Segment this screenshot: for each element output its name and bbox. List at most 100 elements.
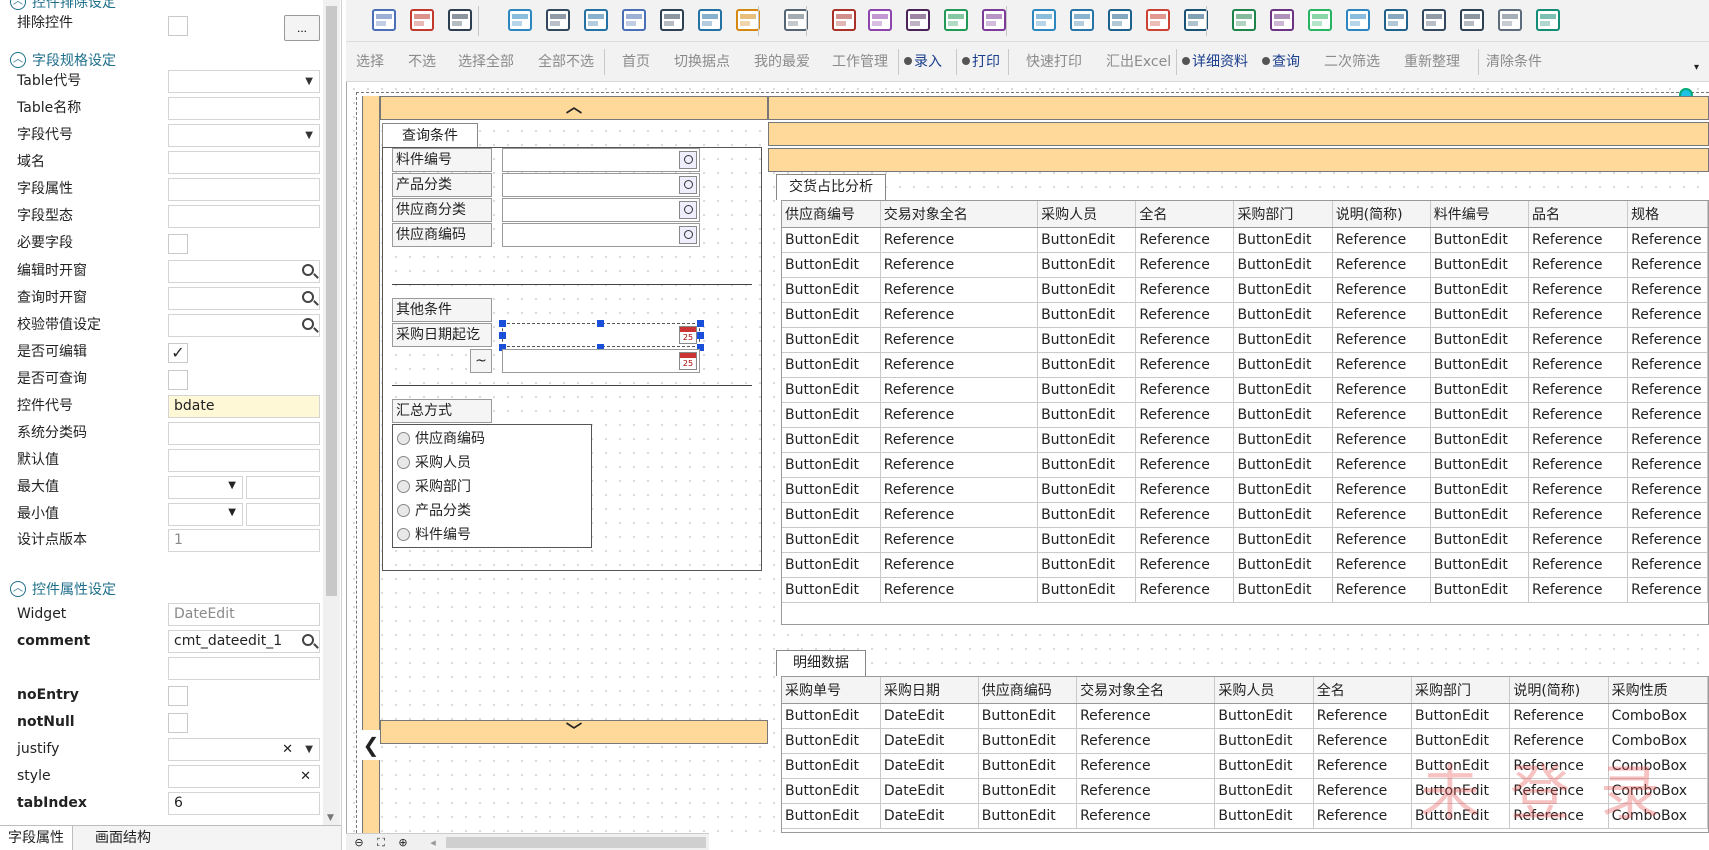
- spin-icon[interactable]: [1420, 6, 1448, 34]
- table-cell[interactable]: Reference: [880, 452, 1039, 478]
- table-row[interactable]: ButtonEdit Reference ButtonEdit Reference Bu…: [782, 452, 1708, 478]
- table-cell[interactable]: Reference: [1332, 252, 1431, 278]
- tab-detail-data[interactable]: 明细数据: [776, 650, 866, 676]
- table-cell[interactable]: ButtonEdit: [1430, 327, 1530, 353]
- slider-icon[interactable]: [1382, 6, 1410, 34]
- toolbar-button-1[interactable]: 不选: [408, 42, 436, 82]
- table-cell[interactable]: Reference: [1528, 577, 1629, 603]
- table-cell[interactable]: Reference: [1313, 753, 1413, 779]
- table-cell[interactable]: ButtonEdit: [1233, 452, 1333, 478]
- table-cell[interactable]: ButtonEdit: [1430, 527, 1530, 553]
- tab-delivery-ratio[interactable]: 交货占比分析: [776, 174, 886, 200]
- radio-circle-icon[interactable]: [397, 456, 410, 469]
- table-cell[interactable]: ButtonEdit: [1037, 252, 1137, 278]
- toolbar-button-6[interactable]: 我的最爱: [754, 42, 810, 82]
- table-cell[interactable]: ButtonEdit: [1037, 377, 1137, 403]
- scroll-icon[interactable]: [1458, 6, 1486, 34]
- table-row[interactable]: ButtonEdit Reference ButtonEdit Reference Bu…: [782, 227, 1708, 253]
- clock-icon[interactable]: [1496, 6, 1524, 34]
- query-field-input[interactable]: [502, 173, 700, 197]
- table-cell[interactable]: Reference: [1627, 552, 1708, 578]
- selection-handle[interactable]: [597, 320, 604, 327]
- chevron-down-icon[interactable]: ﹀: [381, 721, 767, 741]
- dropdown-arrow-icon[interactable]: ▼: [305, 71, 313, 92]
- table-cell[interactable]: ButtonEdit: [1430, 427, 1530, 453]
- selection-handle[interactable]: [499, 332, 506, 339]
- checklist-icon[interactable]: [1068, 6, 1096, 34]
- table-cell[interactable]: Reference: [1135, 477, 1235, 503]
- table-cell[interactable]: ButtonEdit: [1430, 302, 1530, 328]
- table-row[interactable]: ButtonEdit DateEdit ButtonEdit Reference But…: [782, 703, 1708, 729]
- table-cell[interactable]: Reference: [1627, 452, 1708, 478]
- property-checkbox[interactable]: [168, 234, 188, 254]
- property-input[interactable]: [168, 97, 320, 120]
- property-input[interactable]: [168, 314, 320, 337]
- table-icon[interactable]: [696, 6, 724, 34]
- table-cell[interactable]: ButtonEdit: [978, 703, 1078, 729]
- property-input[interactable]: ✕: [168, 765, 320, 788]
- table-cell[interactable]: DateEdit: [880, 803, 979, 829]
- table-cell[interactable]: ButtonEdit: [1233, 527, 1333, 553]
- table-cell[interactable]: Reference: [1076, 703, 1216, 729]
- table-cell[interactable]: Reference: [1135, 552, 1235, 578]
- ok-button-icon[interactable]: [830, 6, 858, 34]
- table-cell[interactable]: Reference: [1332, 552, 1431, 578]
- table-cell[interactable]: Reference: [880, 427, 1039, 453]
- table-cell[interactable]: Reference: [1332, 452, 1431, 478]
- table-cell[interactable]: ButtonEdit: [1037, 527, 1137, 553]
- table-cell[interactable]: ButtonEdit: [1037, 552, 1137, 578]
- column-header[interactable]: 采购部门: [1233, 201, 1333, 228]
- table-cell[interactable]: ButtonEdit: [1233, 302, 1333, 328]
- table-cell[interactable]: Reference: [1528, 302, 1629, 328]
- property-input[interactable]: [168, 151, 320, 174]
- table-cell[interactable]: Reference: [1135, 352, 1235, 378]
- toolbar-button-8[interactable]: 录入: [904, 42, 942, 82]
- language-icon[interactable]: [408, 6, 436, 34]
- calendar-icon[interactable]: [1144, 6, 1172, 34]
- toolbar-button-13[interactable]: 查询: [1262, 42, 1300, 82]
- table-cell[interactable]: Reference: [1627, 302, 1708, 328]
- table-cell[interactable]: Reference: [1332, 527, 1431, 553]
- table-cell[interactable]: ButtonEdit: [1430, 402, 1530, 428]
- search-icon[interactable]: [302, 318, 314, 330]
- table-cell[interactable]: ButtonEdit: [782, 803, 881, 829]
- table-cell[interactable]: Reference: [1528, 527, 1629, 553]
- table-cell[interactable]: Reference: [1076, 778, 1216, 804]
- query-field-input[interactable]: [502, 198, 700, 222]
- table-cell[interactable]: ButtonEdit: [1214, 703, 1314, 729]
- summary-radio[interactable]: 采购人员: [397, 451, 471, 475]
- table-cell[interactable]: ButtonEdit: [1411, 703, 1511, 729]
- table-cell[interactable]: Reference: [1528, 502, 1629, 528]
- table-cell[interactable]: ButtonEdit: [782, 502, 881, 528]
- table-cell[interactable]: Reference: [1135, 452, 1235, 478]
- property-input[interactable]: ▼: [168, 70, 320, 93]
- collapse-icon[interactable]: ︿: [10, 0, 26, 10]
- table-cell[interactable]: ButtonEdit: [1233, 577, 1333, 603]
- table-cell[interactable]: ButtonEdit: [1233, 327, 1333, 353]
- table-cell[interactable]: ButtonEdit: [1037, 427, 1137, 453]
- table-cell[interactable]: Reference: [1528, 552, 1629, 578]
- column-header[interactable]: 采购部门: [1411, 677, 1511, 704]
- table-cell[interactable]: ButtonEdit: [978, 728, 1078, 754]
- table-cell[interactable]: ButtonEdit: [782, 527, 881, 553]
- table-cell[interactable]: ButtonEdit: [1430, 227, 1530, 253]
- table-row[interactable]: ButtonEdit Reference ButtonEdit Reference Bu…: [782, 577, 1708, 603]
- table-cell[interactable]: ButtonEdit: [978, 778, 1078, 804]
- table-cell[interactable]: Reference: [880, 352, 1039, 378]
- table-cell[interactable]: ButtonEdit: [1233, 352, 1333, 378]
- column-header[interactable]: 供应商编号: [782, 201, 881, 228]
- property-input[interactable]: [246, 503, 320, 526]
- table-cell[interactable]: ButtonEdit: [1037, 277, 1137, 303]
- table-cell[interactable]: Reference: [880, 227, 1039, 253]
- fit-screen-icon[interactable]: ⛶: [372, 835, 390, 850]
- table-cell[interactable]: Reference: [1332, 577, 1431, 603]
- table-cell[interactable]: Reference: [1528, 452, 1629, 478]
- table-cell[interactable]: Reference: [880, 527, 1039, 553]
- table-cell[interactable]: Reference: [1627, 252, 1708, 278]
- scroll-thumb[interactable]: [326, 6, 337, 596]
- binoculars-icon[interactable]: [446, 6, 474, 34]
- toolbar-button-10[interactable]: 快速打印: [1026, 42, 1082, 82]
- table-row[interactable]: ButtonEdit Reference ButtonEdit Reference Bu…: [782, 352, 1708, 378]
- toolbar-button-12[interactable]: 详细资料: [1182, 42, 1248, 82]
- form-icon[interactable]: [544, 6, 572, 34]
